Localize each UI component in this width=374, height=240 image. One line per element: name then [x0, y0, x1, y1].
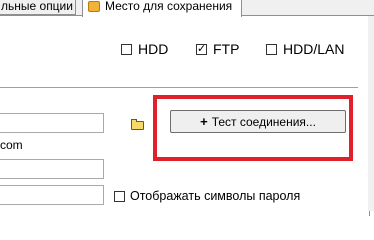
show-password-checkbox[interactable] [114, 191, 125, 202]
server-field[interactable] [0, 113, 104, 133]
hdd-lan-checkbox[interactable] [266, 44, 277, 55]
highlight-box [153, 95, 353, 161]
ftp-checkbox[interactable]: ✓ [196, 44, 207, 55]
password-field[interactable] [0, 185, 104, 205]
hdd-checkbox[interactable] [121, 44, 132, 55]
show-password-label: Отображать символы пароля [130, 189, 301, 203]
tab-save-location-label: Место для сохранения [105, 0, 233, 13]
tab-advanced-options[interactable]: льные опции [0, 0, 76, 15]
tab-advanced-options-label: льные опции [1, 0, 73, 13]
partial-label: com [0, 138, 23, 152]
browse-folder-icon[interactable] [131, 119, 144, 130]
folder-icon [88, 1, 100, 12]
hdd-lan-label: HDD/LAN [283, 41, 345, 57]
panel-edge [368, 16, 374, 211]
login-field[interactable] [0, 159, 104, 179]
checkmark-icon: ✓ [197, 43, 207, 55]
tab-save-location[interactable]: Место для сохранения [82, 0, 242, 17]
ftp-label: FTP [213, 41, 240, 57]
section-divider [0, 87, 358, 91]
hdd-label: HDD [138, 41, 169, 57]
